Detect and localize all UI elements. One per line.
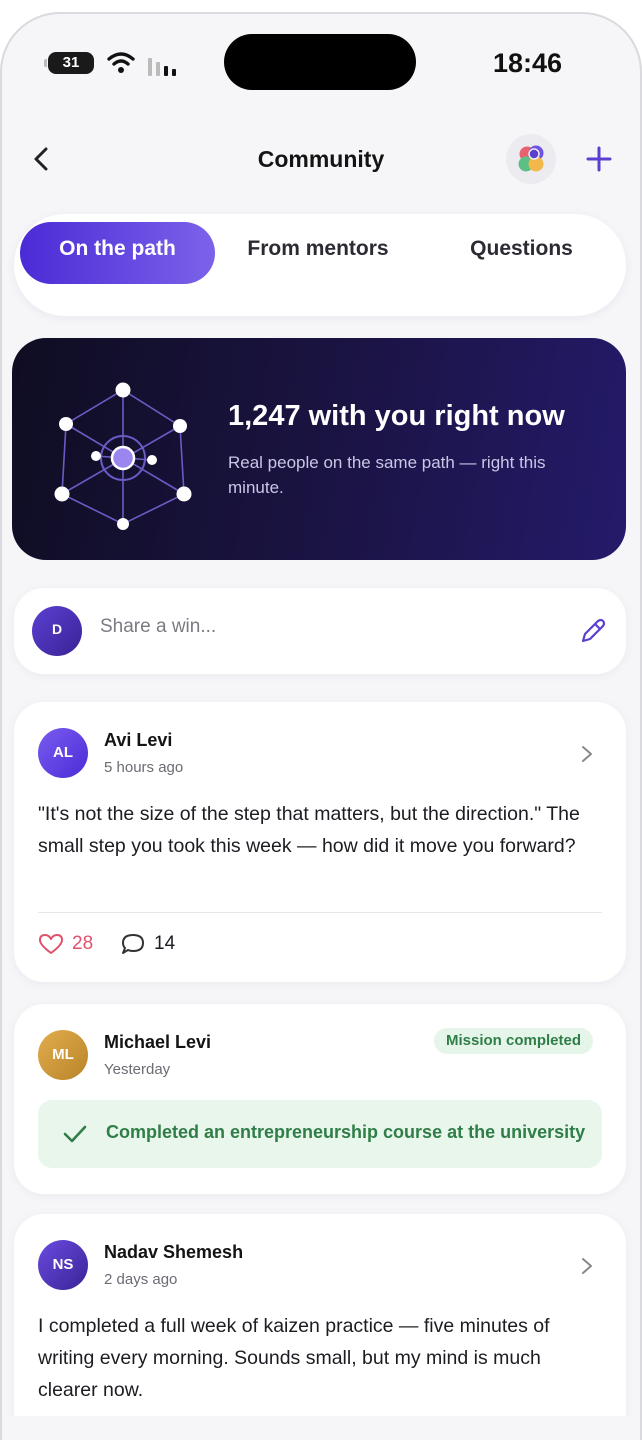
chevron-right-icon[interactable] [579, 742, 595, 766]
comment-count: 14 [154, 933, 176, 954]
post-card[interactable]: AL Avi Levi 5 hours ago "It's not the si… [14, 702, 626, 982]
share-win-composer[interactable]: D Share a win... [14, 588, 626, 674]
tab-on-the-path[interactable]: On the path [20, 222, 215, 284]
post-author: Nadav Shemesh [104, 1242, 244, 1262]
tab-questions[interactable]: Questions [434, 222, 609, 284]
plus-icon[interactable] [582, 140, 616, 178]
post-card[interactable]: ML Michael Levi Yesterday Mission comple… [14, 1004, 626, 1194]
post-time: Yesterday [104, 1061, 171, 1078]
battery-indicator: 31 [44, 52, 94, 74]
tab-bar: On the path From mentors Questions [14, 214, 626, 316]
post-text: "It's not the size of the step that matt… [38, 803, 580, 857]
live-count-banner: 1,247 with you right now Real people on … [12, 338, 626, 560]
check-icon [63, 1125, 87, 1143]
mission-banner: Completed an entrepreneurship course at … [38, 1100, 602, 1168]
heart-icon [39, 934, 63, 954]
tab-from-mentors[interactable]: From mentors [238, 222, 398, 284]
bottom-fade [2, 1416, 640, 1440]
user-avatar: D [32, 606, 82, 656]
comment-button[interactable]: 14 [120, 932, 175, 956]
avatar: AL [38, 728, 88, 778]
divider [38, 912, 602, 913]
mission-text: Completed an entrepreneurship course at … [106, 1122, 586, 1142]
pencil-icon[interactable] [578, 616, 608, 646]
status-bar: 31 18:46 [2, 14, 640, 104]
comment-icon [122, 934, 144, 954]
avatar-cluster-icon [518, 145, 544, 172]
like-button[interactable]: 28 [38, 932, 93, 956]
post-text: I completed a full week of kaizen practi… [38, 1315, 550, 1401]
avatar: NS [38, 1240, 88, 1290]
post-time: 2 days ago [104, 1271, 178, 1288]
like-count: 28 [72, 933, 94, 954]
avatar: ML [38, 1030, 88, 1080]
wifi-icon [107, 52, 135, 73]
live-count-title: 1,247 with you right now [228, 400, 565, 432]
dynamic-island [224, 34, 416, 90]
chevron-right-icon[interactable] [579, 1254, 595, 1278]
status-badge: Mission completed [434, 1028, 594, 1054]
signal-icon [148, 58, 176, 76]
network-icon [54, 382, 192, 530]
phone-screen: 31 18:46 Community On the path From ment… [0, 12, 642, 1440]
post-time: 5 hours ago [104, 759, 184, 776]
avatar-cluster[interactable] [506, 134, 556, 184]
share-win-input[interactable]: Share a win... [100, 616, 216, 638]
post-card[interactable]: NS Nadav Shemesh 2 days ago I completed … [14, 1214, 626, 1440]
top-nav: Community [2, 132, 640, 188]
post-author: Avi Levi [104, 730, 173, 750]
post-author: Michael Levi [104, 1032, 212, 1052]
live-count-subtitle: Real people on the same path — right thi… [228, 453, 546, 497]
status-time: 18:46 [492, 48, 562, 78]
